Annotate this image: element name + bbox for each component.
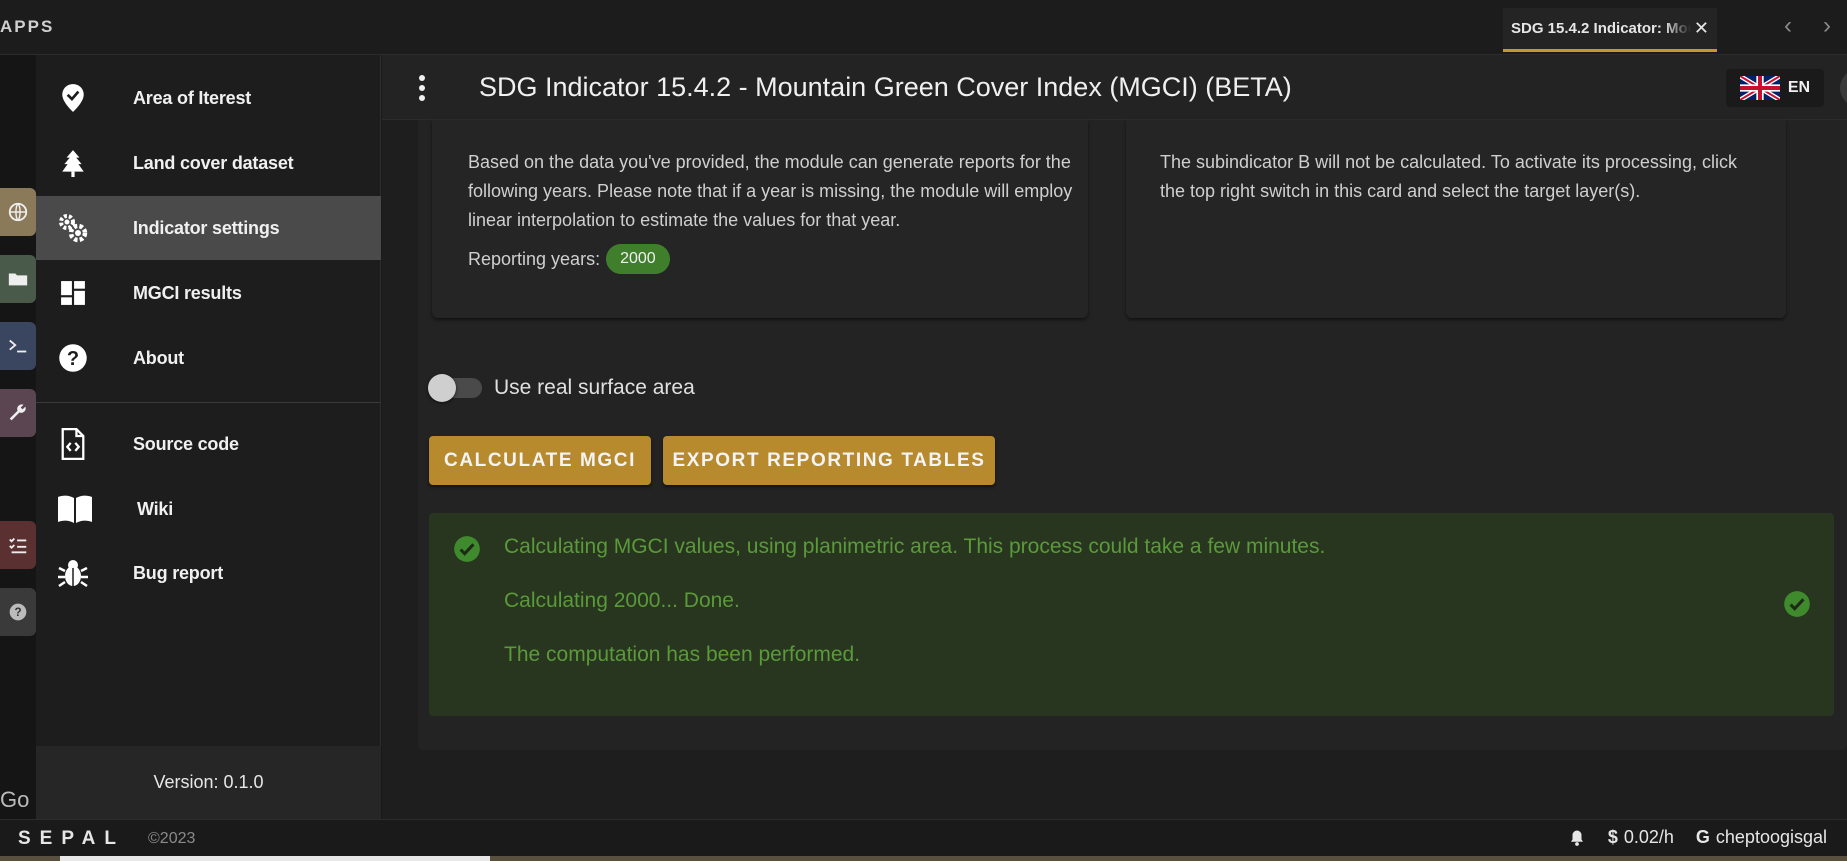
more-vert-icon[interactable] — [412, 73, 432, 103]
book-icon — [55, 492, 95, 526]
toggle-knob — [428, 374, 456, 402]
nav-item-mgci-results[interactable]: MGCI results — [36, 261, 381, 325]
nav-item-label: Wiki — [137, 498, 174, 519]
real-surface-area-toggle[interactable] — [428, 374, 482, 402]
check-circle-icon — [1784, 591, 1810, 617]
code-file-icon — [56, 427, 90, 461]
language-label: EN — [1787, 79, 1811, 96]
apps-label[interactable]: APPS — [0, 17, 54, 37]
footer-right: $ 0.02/h G cheptoogisgal — [1568, 827, 1827, 848]
version-area: Version: 0.1.0 — [36, 746, 381, 819]
app-tab[interactable]: SDG 15.4.2 Indicator: Mount ✕ — [1503, 8, 1717, 52]
chevron-left-icon[interactable]: ‹ — [1784, 12, 1792, 40]
top-app-bar: APPS SDG 15.4.2 Indicator: Mount ✕ ‹ › — [0, 0, 1847, 55]
copyright: ©2023 — [148, 830, 196, 847]
svg-text:?: ? — [14, 606, 21, 619]
nav-item-label: Bug report — [133, 562, 223, 583]
nav-item-indicator-settings[interactable]: Indicator settings — [36, 196, 381, 260]
notifications-button[interactable] — [1568, 828, 1586, 848]
nav-item-label: Land cover dataset — [133, 152, 294, 173]
card-b-description: The subindicator B will not be calculate… — [1160, 152, 1737, 201]
close-icon[interactable]: ✕ — [1694, 18, 1709, 39]
nav-item-label: Indicator settings — [133, 217, 280, 238]
user-button[interactable]: G cheptoogisgal — [1696, 827, 1827, 848]
uk-flag-icon — [1739, 76, 1780, 100]
page-title: SDG Indicator 15.4.2 - Mountain Green Co… — [479, 72, 1292, 102]
reporting-years-label: Reporting years: — [468, 248, 601, 269]
alert-message-3: The computation has been performed. — [504, 643, 861, 666]
nav-item-about[interactable]: ? About — [36, 326, 381, 390]
nav-item-bug-report[interactable]: Bug report — [36, 541, 381, 605]
card-a-description: Based on the data you've provided, the m… — [468, 152, 1073, 230]
rail-button-map[interactable] — [0, 188, 36, 236]
rail-button-tools[interactable] — [0, 389, 36, 437]
footer: SEPAL ©2023 $ 0.02/h G cheptoogisgal — [0, 819, 1847, 856]
nav-item-wiki[interactable]: Wiki — [36, 477, 381, 541]
dollar-icon: $ — [1607, 827, 1618, 847]
budget-button[interactable]: $ 0.02/h — [1608, 827, 1674, 848]
dashboard-icon — [56, 276, 90, 310]
map-pin-icon — [56, 81, 90, 115]
calculate-mgci-button[interactable]: CALCULATE MGCI — [429, 436, 651, 485]
alert-message-1: Calculating MGCI values, using planimetr… — [504, 535, 1326, 558]
export-reporting-tables-button[interactable]: EXPORT REPORTING TABLES — [663, 436, 995, 485]
real-surface-switch-row: Use real surface area — [428, 374, 695, 402]
navigation-drawer: Area of Iterest Land cover dataset Indic… — [36, 55, 381, 819]
nav-item-area-of-interest[interactable]: Area of Iterest — [36, 66, 381, 130]
main-content: Based on the data you've provided, the m… — [382, 120, 1847, 819]
rail-button-tasks[interactable] — [0, 521, 36, 569]
svg-text:?: ? — [67, 348, 79, 370]
status-alert: Calculating MGCI values, using planimetr… — [429, 513, 1834, 716]
rail-button-terminal[interactable] — [0, 322, 36, 370]
nav-item-label: Area of Iterest — [133, 87, 252, 108]
sepal-logo[interactable]: SEPAL — [18, 828, 125, 850]
terminal-icon — [9, 339, 27, 353]
wrench-icon — [9, 404, 26, 421]
google-icon: G — [1695, 827, 1710, 847]
map-strip — [0, 856, 1847, 861]
checklist-icon — [9, 537, 27, 554]
check-circle-icon — [454, 536, 480, 562]
question-icon: ? — [56, 341, 90, 375]
help-icon: ? — [9, 603, 27, 621]
sub-indicator-a-card: Based on the data you've provided, the m… — [432, 120, 1088, 318]
chevron-right-icon[interactable]: › — [1823, 12, 1831, 40]
alert-message-2: Calculating 2000... Done. — [504, 589, 740, 612]
tab-title[interactable]: SDG 15.4.2 Indicator: Mount — [1511, 20, 1691, 37]
module-header: SDG Indicator 15.4.2 - Mountain Green Co… — [382, 55, 1847, 120]
reporting-years: Reporting years: 2000 — [468, 244, 670, 274]
sub-indicator-b-card: The subindicator B will not be calculate… — [1126, 120, 1786, 318]
folder-icon — [8, 273, 28, 286]
google-logo: Go — [0, 787, 30, 812]
app-launcher-rail: ? Go — [0, 55, 36, 819]
bell-icon — [1570, 830, 1583, 846]
tree-icon — [56, 146, 90, 180]
username: cheptoogisgal — [1715, 827, 1827, 847]
bug-icon — [56, 556, 90, 590]
nav-item-label: MGCI results — [133, 282, 242, 303]
reporting-year-chip[interactable]: 2000 — [606, 244, 670, 274]
real-surface-area-label: Use real surface area — [494, 376, 695, 399]
budget-rate: 0.02/h — [1623, 827, 1674, 847]
rail-button-help[interactable]: ? — [0, 588, 36, 636]
avatar[interactable] — [1840, 69, 1847, 107]
nav-item-label: About — [133, 347, 184, 368]
nav-item-source-code[interactable]: Source code — [36, 412, 381, 476]
language-button[interactable]: EN — [1726, 69, 1824, 107]
gears-icon — [56, 211, 90, 245]
version-text: Version: 0.1.0 — [153, 772, 264, 792]
nav-item-label: Source code — [133, 433, 239, 454]
nav-item-land-cover-dataset[interactable]: Land cover dataset — [36, 131, 381, 195]
drawer-divider — [36, 402, 381, 403]
globe-icon — [8, 202, 28, 222]
rail-button-browse[interactable] — [0, 255, 36, 303]
